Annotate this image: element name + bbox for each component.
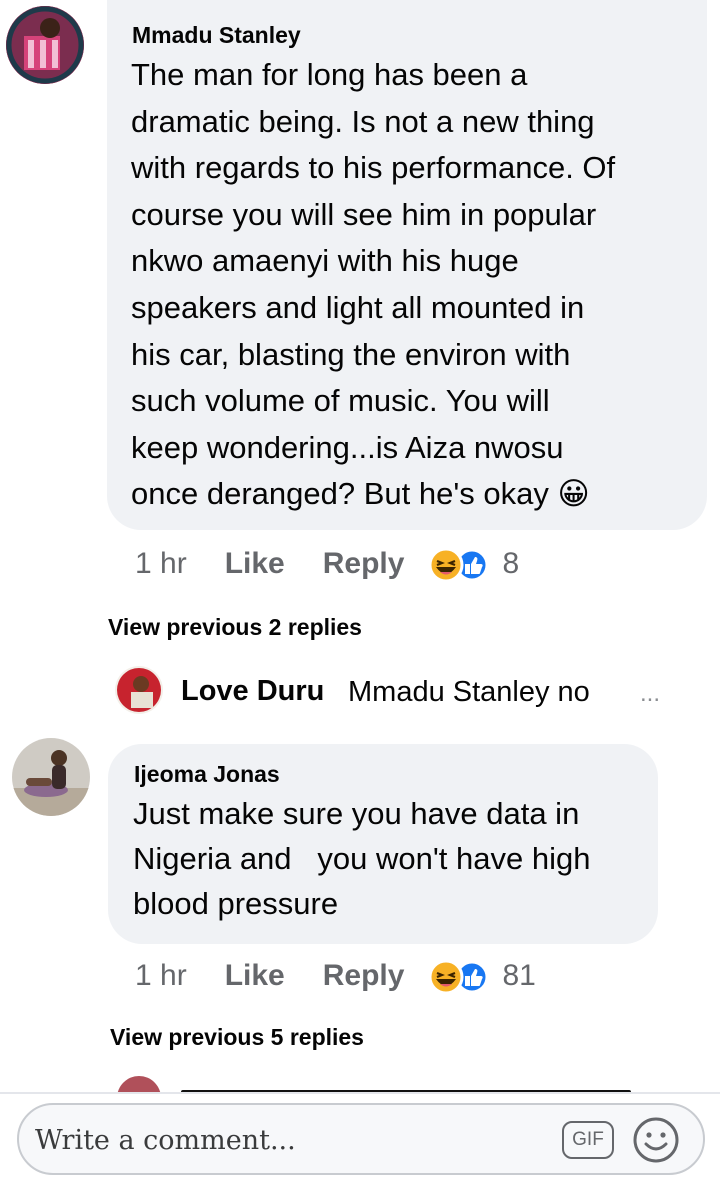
timestamp[interactable]: 1 hr <box>135 547 187 581</box>
reply-button[interactable]: Reply <box>323 959 405 993</box>
comment-line: The man for long has been a <box>131 57 528 92</box>
smiley-icon <box>633 1117 679 1163</box>
view-previous-replies-link[interactable]: View previous 5 replies <box>110 1024 364 1051</box>
like-button[interactable]: Like <box>225 959 285 993</box>
gif-label: GIF <box>572 1129 604 1150</box>
comment-text: The man for long has been a dramatic bei… <box>131 52 615 518</box>
avatar <box>115 666 163 714</box>
comment-author[interactable]: Mmadu Stanley <box>132 22 301 49</box>
comment-line: speakers and light all mounted in <box>131 289 585 325</box>
reactions-summary[interactable] <box>428 959 489 995</box>
comment-actions: 1 hr Like Reply 81 <box>135 956 536 996</box>
like-button[interactable]: Like <box>225 547 285 581</box>
view-previous-replies-link[interactable]: View previous 2 replies <box>108 614 362 641</box>
reply-ellipsis: ... <box>640 680 661 707</box>
reply-author[interactable]: Love Duru <box>181 675 324 708</box>
haha-like-reaction-icon <box>428 959 489 995</box>
reaction-count[interactable]: 8 <box>502 547 519 581</box>
comment-text: Just make sure you have data in Nigeria … <box>133 792 590 926</box>
gif-button[interactable]: GIF <box>562 1121 614 1159</box>
comment-line: Just make sure you have data in <box>133 796 580 831</box>
comment-line: nkwo amaenyi with his huge <box>131 243 519 279</box>
comment-input[interactable] <box>33 1115 537 1165</box>
comment-line: course you will see him in popular <box>131 196 597 232</box>
haha-like-reaction-icon <box>428 547 489 583</box>
divider <box>0 1092 720 1094</box>
comment-line: Nigeria and you won't have high <box>133 840 591 876</box>
comment-line: once deranged? But he's okay 😀 <box>131 476 590 512</box>
reactions-summary[interactable] <box>428 547 489 583</box>
reply-button[interactable]: Reply <box>323 547 405 581</box>
reply-text: Mmadu Stanley no <box>348 676 590 708</box>
profile-photo-icon <box>6 6 84 84</box>
comment-line: dramatic being. Is not a new thing <box>131 103 595 139</box>
reaction-count[interactable]: 81 <box>502 959 535 993</box>
comment-actions: 1 hr Like Reply 8 <box>135 544 519 584</box>
comment-line: such volume of music. You will <box>131 383 550 419</box>
comment-composer[interactable]: GIF <box>17 1103 705 1175</box>
timestamp[interactable]: 1 hr <box>135 959 187 993</box>
comment-line: his car, blasting the environ with <box>131 336 571 372</box>
comment-line: blood pressure <box>133 885 339 921</box>
reply-preview[interactable]: Love Duru Mmadu Stanley no ... <box>115 666 705 714</box>
comment-line: with regards to his performance. Of <box>131 150 616 186</box>
profile-photo-icon <box>12 738 90 816</box>
comment-line: keep wondering...is Aiza nwosu <box>131 429 564 465</box>
profile-photo-icon <box>115 666 163 714</box>
avatar[interactable] <box>6 6 84 84</box>
avatar[interactable] <box>12 738 90 816</box>
emoji-button[interactable] <box>631 1115 681 1165</box>
comment-author[interactable]: Ijeoma Jonas <box>134 761 280 788</box>
